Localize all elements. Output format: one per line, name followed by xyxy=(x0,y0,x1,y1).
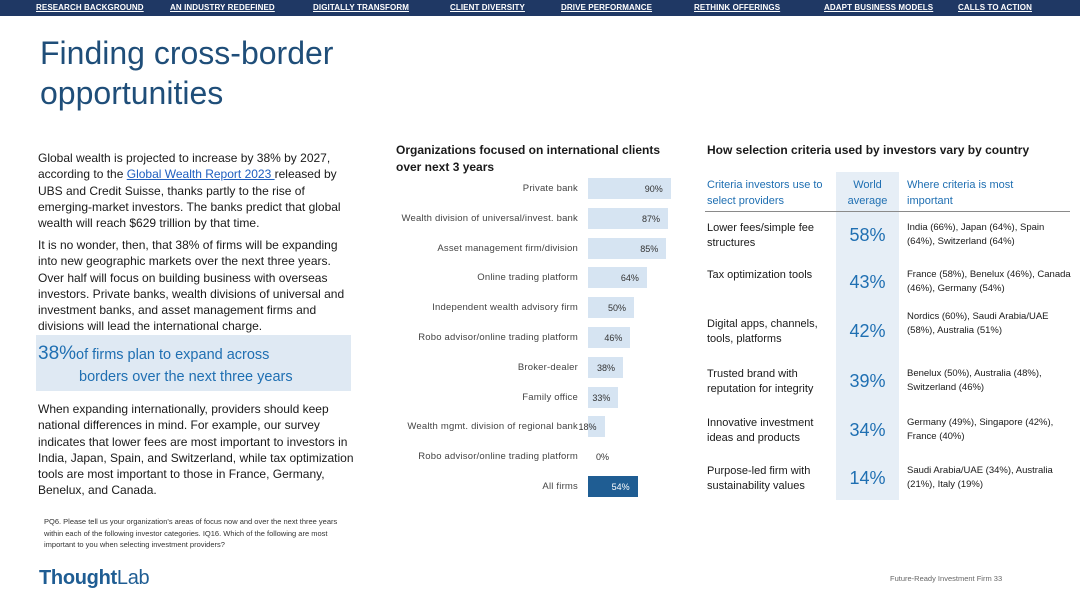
bar-category-label: Robo advisor/online trading platform xyxy=(418,332,578,343)
survey-footnote: PQ6. Please tell us your organization's … xyxy=(44,517,338,549)
nav-link-drive-performance[interactable]: DRIVE PERFORMANCE xyxy=(561,3,652,12)
top-countries-list: India (66%), Japan (64%), Spain (64%), S… xyxy=(907,222,1045,247)
bar-value-label: 33% xyxy=(592,392,611,403)
page-title: Finding cross-border opportunities xyxy=(40,35,334,111)
thoughtlab-logo: ThoughtLab xyxy=(39,567,150,590)
world-average-value: 43% xyxy=(849,272,886,292)
bar-value-label: 18% xyxy=(578,422,597,433)
criteria-name: Tax optimization tools xyxy=(707,269,813,281)
bar-value-label: 38% xyxy=(596,362,615,373)
nav-link-adapt-business-models[interactable]: ADAPT BUSINESS MODELS xyxy=(824,3,933,12)
where-important-column-header: Where criteria is most important xyxy=(907,179,1014,207)
bar-value-label: 54% xyxy=(611,482,630,492)
nav-link-research-background[interactable]: RESEARCH BACKGROUND xyxy=(36,3,144,12)
bar-category-label: Private bank xyxy=(522,183,578,194)
bar-category-label: Asset management firm/division xyxy=(437,242,578,254)
page-footer: Future-Ready Investment Firm 33 xyxy=(890,574,1003,583)
world-average-value: 14% xyxy=(849,468,886,488)
nav-link-industry-redefined[interactable]: AN INDUSTRY REDEFINED xyxy=(170,3,275,12)
national-differences-paragraph: When expanding internationally, provider… xyxy=(38,402,354,498)
bar-category-label: Online trading platform xyxy=(477,272,578,284)
top-countries-list: France (58%), Benelux (46%), Canada (46%… xyxy=(907,269,1071,294)
bar-value-label: 46% xyxy=(604,333,623,343)
expansion-paragraph: It is no wonder, then, that 38% of firms… xyxy=(38,238,345,334)
bar-value-label: 0% xyxy=(596,452,610,463)
top-countries-list: Saudi Arabia/UAE (34%), Australia (21%),… xyxy=(907,465,1053,490)
top-countries-list: Nordics (60%), Saudi Arabia/UAE (58%), A… xyxy=(907,311,1049,336)
criteria-name: Purpose-led firm with sustainability val… xyxy=(707,465,811,492)
criteria-name: Lower fees/simple fee structures xyxy=(707,222,814,249)
criteria-name: Innovative investment ideas and products xyxy=(707,417,814,444)
chart-title: Organizations focused on international c… xyxy=(396,143,661,174)
nav-link-client-diversity[interactable]: CLIENT DIVERSITY xyxy=(450,3,525,12)
global-wealth-report-link[interactable]: Global Wealth Report 2023 xyxy=(127,167,275,181)
bar-value-label: 50% xyxy=(608,303,627,314)
top-navigation-bar: RESEARCH BACKGROUND AN INDUSTRY REDEFINE… xyxy=(0,0,1080,16)
bar-value-label: 85% xyxy=(640,243,659,254)
nav-link-rethink-offerings[interactable]: RETHINK OFFERINGS xyxy=(694,3,780,12)
nav-link-calls-to-action[interactable]: CALLS TO ACTION xyxy=(958,3,1032,12)
bar-category-label: Independent wealth advisory firm xyxy=(432,302,578,314)
bar-category-label: Robo advisor/online trading platform xyxy=(418,451,578,463)
world-average-value: 42% xyxy=(849,321,886,341)
header-divider xyxy=(705,211,1070,212)
callout-line-1: of firms plan to expand across xyxy=(76,347,270,363)
bar-category-label: All firms xyxy=(542,481,578,492)
bar-category-label: Family office xyxy=(522,391,578,403)
world-average-value: 34% xyxy=(849,420,886,440)
logo-text-lab: Lab xyxy=(116,567,150,589)
bar-value-label: 90% xyxy=(644,184,663,194)
world-average-value: 58% xyxy=(849,225,886,245)
bar-category-label: Wealth division of universal/invest. ban… xyxy=(401,212,578,224)
logo-text-thought: Thought xyxy=(39,567,117,589)
criteria-name: Trusted brand with reputation for integr… xyxy=(707,368,814,395)
top-countries-list: Benelux (50%), Australia (48%), Switzerl… xyxy=(907,368,1042,393)
callout-line-2: borders over the next three years xyxy=(79,369,293,385)
top-countries-list: Germany (49%), Singapore (42%), France (… xyxy=(907,417,1054,442)
nav-link-digitally-transform[interactable]: DIGITALLY TRANSFORM xyxy=(313,3,409,12)
callout-number: 38% xyxy=(38,343,77,364)
criteria-table-title: How selection criteria used by investors… xyxy=(707,143,1030,157)
world-average-column-header: World average xyxy=(847,179,888,207)
world-average-value: 39% xyxy=(849,371,886,391)
bar-category-label: Broker-dealer xyxy=(517,361,578,373)
bar-value-label: 64% xyxy=(620,273,639,284)
bar-category-label: Wealth mgmt. division of regional bank xyxy=(407,421,578,433)
criteria-name: Digital apps, channels, tools, platforms xyxy=(707,318,818,345)
intro-paragraph: Global wealth is projected to increase b… xyxy=(38,150,356,231)
stat-callout: 38% of firms plan to expand across borde… xyxy=(36,335,351,391)
criteria-column-header: Criteria investors use to select provide… xyxy=(707,179,823,207)
bar-value-label: 87% xyxy=(642,213,661,224)
